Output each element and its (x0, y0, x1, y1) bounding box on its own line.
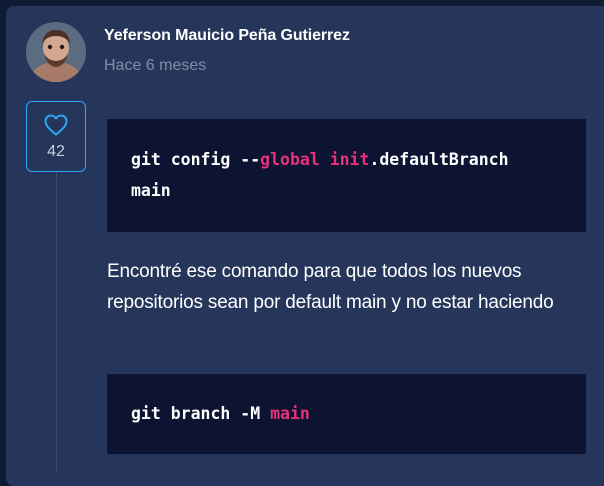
code-text: git branch -M (131, 404, 271, 423)
like-button[interactable]: 42 (26, 101, 86, 172)
code-keyword: main (270, 404, 310, 423)
code-block: git config --global init.defaultBranch m… (107, 119, 586, 232)
code-line: git branch -M main (131, 398, 586, 429)
code-line: main (131, 181, 171, 200)
code-text: git config -- (131, 150, 261, 169)
comment-text: Encontré ese comando para que todos los … (107, 261, 554, 313)
comment-timestamp: Hace 6 meses (104, 57, 207, 74)
code-text: .defaultBranch (369, 150, 509, 169)
like-count: 42 (47, 143, 65, 160)
heart-icon (44, 114, 68, 141)
code-line: git config --global init.defaultBranch (131, 144, 586, 175)
thread-line (56, 172, 57, 472)
code-keyword: init (329, 150, 370, 169)
code-block: git branch -M main (107, 374, 586, 454)
code-keyword: global (260, 150, 320, 169)
author-name[interactable]: Yeferson Mauicio Peña Gutierrez (104, 27, 350, 45)
avatar[interactable] (26, 22, 86, 82)
